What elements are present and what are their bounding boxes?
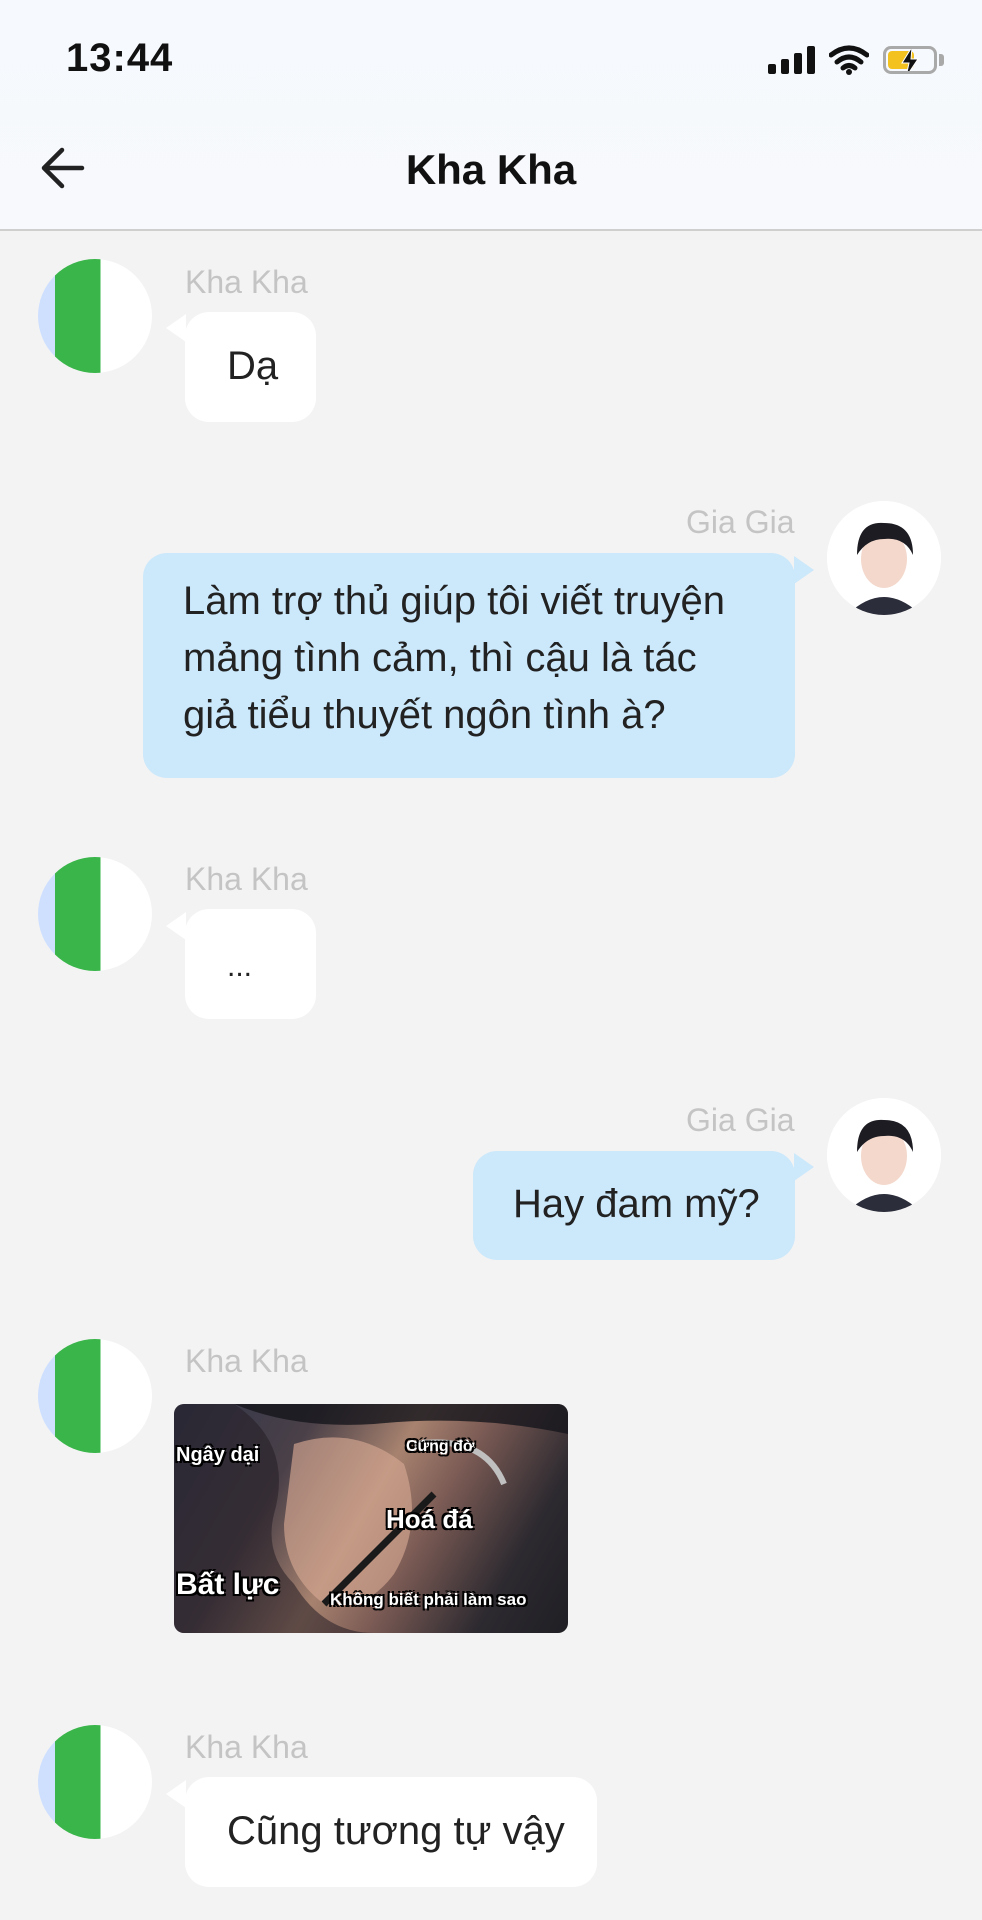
message-text: Cũng tương tự vậy [227, 1809, 565, 1853]
bubble-tail [166, 1780, 186, 1808]
signal-icon [768, 46, 815, 74]
status-icons [768, 40, 944, 80]
sender-name: Kha Kha [185, 861, 308, 897]
bubble-tail [166, 912, 186, 940]
message-text-line: Làm trợ thủ giúp tôi viết truyện [183, 579, 726, 623]
avatar[interactable] [827, 1098, 941, 1212]
bubble-tail [794, 556, 814, 584]
message-bubble[interactable]: Hay đam mỹ? [473, 1151, 795, 1260]
message-text: Hay đam mỹ? [513, 1182, 760, 1226]
sender-name: Kha Kha [185, 1343, 308, 1379]
sticker-caption: Hoá đá [386, 1504, 473, 1534]
message-text-line: giả tiểu thuyết ngôn tình à? [183, 693, 666, 737]
sticker-caption: Ngây dại [176, 1444, 260, 1466]
bubble-tail [794, 1153, 814, 1181]
avatar[interactable] [38, 259, 152, 373]
sticker-caption: Không biết phải làm sao [330, 1590, 527, 1609]
sticker-caption: Cứng đờ [406, 1438, 475, 1455]
avatar[interactable] [38, 1725, 152, 1839]
bubble-tail [166, 314, 186, 342]
sender-name: Gia Gia [686, 504, 795, 540]
message-text: Dạ [227, 344, 279, 388]
sender-name: Gia Gia [686, 1102, 795, 1138]
battery-charging-icon [883, 46, 944, 74]
message-text-line: mảng tình cảm, thì cậu là tác [183, 636, 697, 680]
message-bubble[interactable]: Làm trợ thủ giúp tôi viết truyện mảng tì… [143, 553, 795, 778]
avatar[interactable] [38, 857, 152, 971]
sender-name: Kha Kha [185, 264, 308, 300]
wifi-icon [829, 45, 869, 75]
chat-area[interactable]: Kha Kha Dạ Gia Gia Làm trợ thủ giúp tôi … [0, 231, 982, 1920]
message-bubble[interactable]: ... [185, 909, 316, 1019]
avatar[interactable] [38, 1339, 152, 1453]
status-time: 13:44 [66, 36, 174, 80]
sticker-image[interactable]: Ngây dại Cứng đờ Hoá đá Bất lực Không bi… [174, 1404, 568, 1633]
avatar[interactable] [827, 501, 941, 615]
top-bar: 13:44 Kha Kha [0, 0, 982, 231]
message-text: ... [227, 950, 253, 983]
message-bubble[interactable]: Cũng tương tự vậy [185, 1777, 597, 1887]
chat-title: Kha Kha [405, 146, 577, 193]
sticker-caption: Bất lực [176, 1568, 280, 1601]
message-bubble[interactable]: Dạ [185, 312, 316, 422]
sender-name: Kha Kha [185, 1729, 308, 1765]
